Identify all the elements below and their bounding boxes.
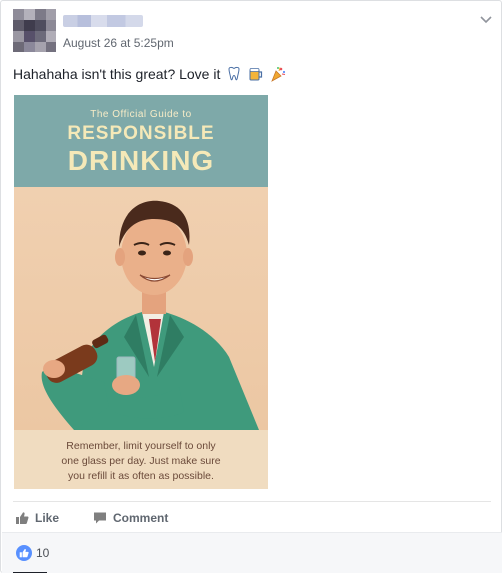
post-image[interactable]: The Official Guide to RESPONSIBLE DRINKI… xyxy=(14,95,268,489)
avatar[interactable] xyxy=(13,9,56,52)
like-button[interactable]: Like xyxy=(15,508,59,528)
reactions-footer: 10 xyxy=(2,532,502,573)
post-actions: Like Comment xyxy=(13,508,491,528)
poster-caption-line2: one glass per day. Just make sure xyxy=(61,455,221,467)
post-message-text: Hahahaha isn't this great? Love it xyxy=(13,66,221,82)
poster-caption-line1: Remember, limit yourself to only xyxy=(66,440,216,452)
comment-button[interactable]: Comment xyxy=(93,508,168,528)
tooth-icon xyxy=(228,66,240,81)
poster-illustration xyxy=(41,200,259,430)
poster-caption-line3: you refill it as often as possible. xyxy=(68,470,214,482)
poster-title-line2: DRINKING xyxy=(67,145,215,176)
post-header: August 26 at 5:25pm xyxy=(13,9,493,57)
thumbs-up-icon xyxy=(16,512,29,524)
post-card: August 26 at 5:25pm Hahahaha isn't this … xyxy=(0,0,502,573)
poster-kicker: The Official Guide to xyxy=(90,109,192,120)
reaction-count: 10 xyxy=(36,546,50,560)
poster-title-line1: RESPONSIBLE xyxy=(67,123,215,144)
beer-mug-icon xyxy=(249,68,263,81)
comment-icon xyxy=(94,512,106,524)
comment-label: Comment xyxy=(113,511,169,525)
thumbs-up-icon xyxy=(16,545,32,561)
author-name-redacted[interactable] xyxy=(63,15,143,27)
poster-caption: Remember, limit yourself to only one gla… xyxy=(24,439,258,484)
actions-divider xyxy=(13,501,491,502)
party-popper-icon xyxy=(271,67,286,82)
chevron-down-icon[interactable] xyxy=(479,15,493,25)
post-message: Hahahaha isn't this great? Love it xyxy=(13,66,286,82)
post-timestamp[interactable]: August 26 at 5:25pm xyxy=(63,36,174,50)
reaction-summary[interactable]: 10 xyxy=(16,545,49,561)
like-label: Like xyxy=(35,511,60,525)
